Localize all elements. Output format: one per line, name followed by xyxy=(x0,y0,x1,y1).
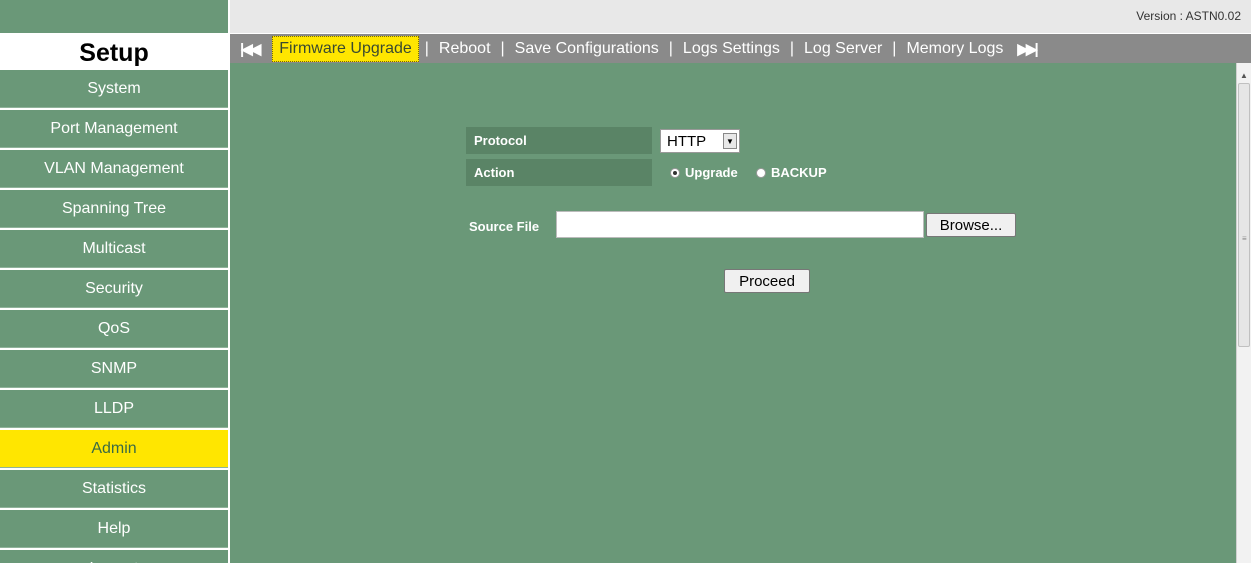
tab-reboot[interactable]: Reboot xyxy=(435,40,495,58)
tab-logs-settings[interactable]: Logs Settings xyxy=(679,40,784,58)
sidebar-item-security[interactable]: Security xyxy=(0,270,228,308)
tab-separator: | xyxy=(424,39,429,57)
scrollbar-thumb[interactable]: ≡ xyxy=(1238,83,1250,347)
sidebar-item-spanning-tree[interactable]: Spanning Tree xyxy=(0,190,228,228)
radio-upgrade-label: Upgrade xyxy=(685,165,738,180)
skip-first-icon[interactable]: |◀◀ xyxy=(240,40,261,58)
radio-backup-label: BACKUP xyxy=(771,165,827,180)
setup-title: Setup xyxy=(0,34,228,70)
sidebar-item-system[interactable]: System xyxy=(0,70,228,108)
sidebar-item-snmp[interactable]: SNMP xyxy=(0,350,228,388)
tab-bar: |◀◀ Firmware Upgrade | Reboot | Save Con… xyxy=(230,34,1251,63)
proceed-button[interactable]: Proceed xyxy=(724,269,810,293)
sidebar-item-lldp[interactable]: LLDP xyxy=(0,390,228,428)
tab-log-server[interactable]: Log Server xyxy=(800,40,886,58)
sidebar-item-logout[interactable]: Logout xyxy=(0,550,228,563)
version-bar xyxy=(230,0,1251,33)
sidebar-item-vlan-management[interactable]: VLAN Management xyxy=(0,150,228,188)
sidebar-item-help[interactable]: Help xyxy=(0,510,228,548)
tab-separator: | xyxy=(892,39,897,57)
protocol-label: Protocol xyxy=(466,127,652,154)
tab-separator: | xyxy=(789,39,795,57)
scroll-up-icon[interactable]: ▲ xyxy=(1240,71,1248,80)
skip-last-icon[interactable]: ▶▶| xyxy=(1017,40,1038,58)
sidebar: System Port Management VLAN Management S… xyxy=(0,70,228,563)
source-file-label: Source File xyxy=(469,219,540,234)
tab-separator: | xyxy=(500,39,505,57)
tab-memory-logs[interactable]: Memory Logs xyxy=(902,40,1007,58)
tab-separator: | xyxy=(668,39,673,57)
sidebar-item-statistics[interactable]: Statistics xyxy=(0,470,228,508)
top-strip: Version : ASTN0.02 xyxy=(0,0,1251,33)
chevron-down-icon[interactable]: ▼ xyxy=(723,133,737,149)
content-panel: Protocol HTTP ▼ Action Upgrade BACKUP So… xyxy=(230,63,1236,563)
grip-icon: ≡ xyxy=(1242,234,1247,243)
tab-save-configurations[interactable]: Save Configurations xyxy=(511,40,663,58)
vertical-scrollbar[interactable]: ▲ ≡ xyxy=(1236,63,1251,563)
action-label: Action xyxy=(466,159,652,186)
sidebar-item-admin[interactable]: Admin xyxy=(0,430,228,468)
version-text: Version : ASTN0.02 xyxy=(1136,9,1241,23)
top-left-block xyxy=(0,0,228,33)
tab-firmware-upgrade[interactable]: Firmware Upgrade xyxy=(272,35,419,62)
radio-backup[interactable] xyxy=(756,168,766,178)
sidebar-item-port-management[interactable]: Port Management xyxy=(0,110,228,148)
protocol-value: HTTP xyxy=(667,132,707,150)
source-file-input[interactable] xyxy=(556,211,924,238)
protocol-select[interactable]: HTTP ▼ xyxy=(660,129,740,153)
browse-button[interactable]: Browse... xyxy=(926,213,1016,237)
sidebar-item-multicast[interactable]: Multicast xyxy=(0,230,228,268)
sidebar-item-qos[interactable]: QoS xyxy=(0,310,228,348)
radio-upgrade[interactable] xyxy=(670,168,680,178)
